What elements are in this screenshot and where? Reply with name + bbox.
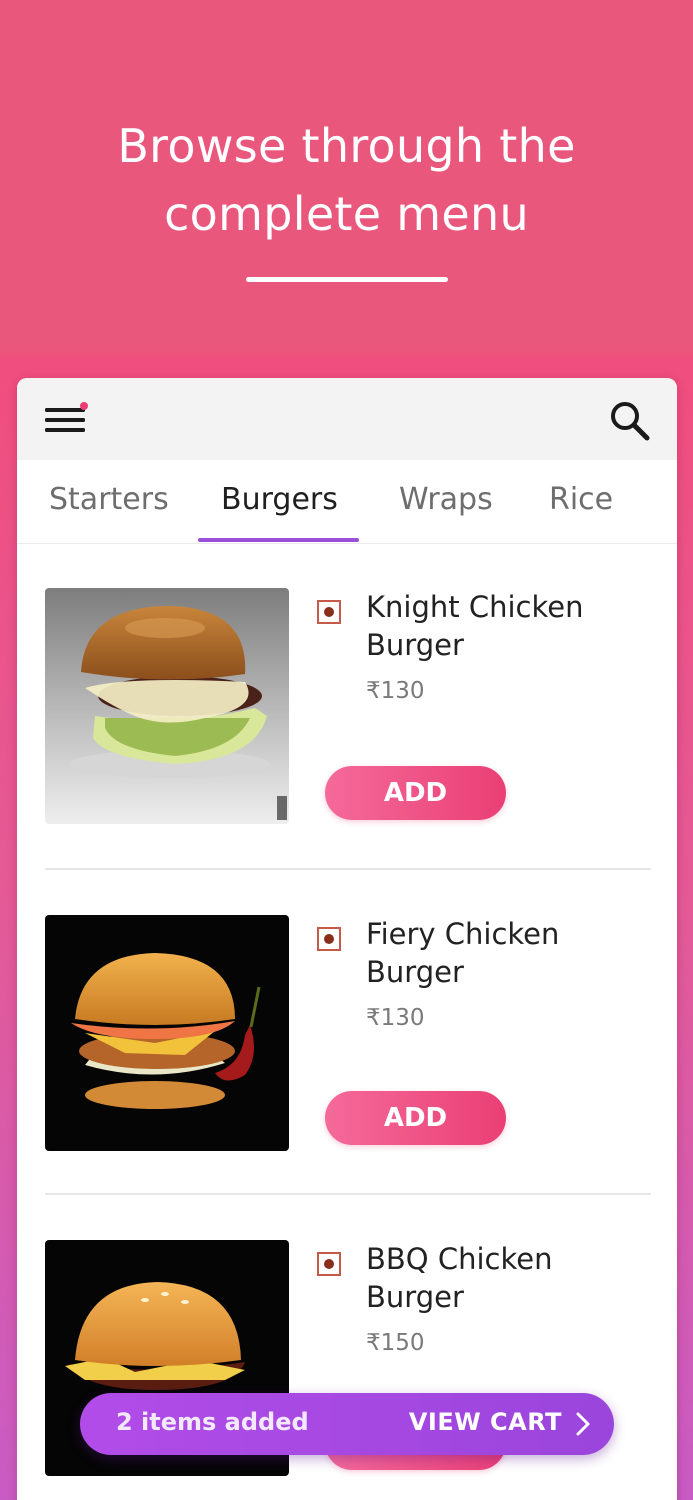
add-button[interactable]: ADD [325, 1091, 506, 1145]
item-name: Fiery Chicken Burger [366, 915, 626, 991]
chevron-right-icon [576, 1412, 590, 1436]
non-veg-indicator-icon [317, 1252, 341, 1276]
burger-photo [45, 588, 289, 824]
add-button[interactable]: ADD [325, 766, 506, 820]
hero-title-line-2: complete menu [164, 187, 529, 241]
item-price: ₹130 [366, 1005, 425, 1031]
menu-item: Knight Chicken Burger ₹130 ADD [17, 588, 677, 914]
active-tab-indicator [198, 538, 359, 542]
item-name-line-1: Knight Chicken [366, 590, 584, 624]
item-name: Knight Chicken Burger [366, 588, 626, 664]
cart-item-count: 2 items added [116, 1408, 309, 1436]
search-icon[interactable] [607, 398, 653, 444]
hero-underline [246, 277, 448, 282]
app-screen: Starters Burgers Wraps Rice Knight Chick… [17, 378, 677, 1500]
item-divider [45, 1193, 651, 1195]
view-cart-button[interactable]: VIEW CART [409, 1408, 562, 1436]
item-price: ₹130 [366, 678, 425, 704]
item-price: ₹150 [366, 1330, 425, 1356]
item-name-line-1: BBQ Chicken [366, 1242, 553, 1276]
burger-photo [45, 915, 289, 1151]
app-bar [17, 378, 677, 460]
hero-title: Browse through the complete menu [0, 112, 693, 248]
item-name-line-1: Fiery Chicken [366, 917, 560, 951]
non-veg-indicator-icon [317, 927, 341, 951]
category-tabs: Starters Burgers Wraps Rice [17, 460, 677, 544]
item-divider [45, 868, 651, 870]
menu-item: BBQ Chicken Burger ₹150 ADD [17, 1240, 677, 1500]
item-name-line-2: Burger [366, 628, 464, 662]
item-name-line-2: Burger [366, 955, 464, 989]
item-name: BBQ Chicken Burger [366, 1240, 626, 1316]
hero-banner: Browse through the complete menu [0, 0, 693, 350]
tab-starters[interactable]: Starters [49, 482, 169, 517]
tab-burgers[interactable]: Burgers [221, 482, 338, 517]
hamburger-menu-icon[interactable] [43, 402, 89, 438]
item-name-line-2: Burger [366, 1280, 464, 1314]
tab-rice[interactable]: Rice [549, 482, 613, 517]
tab-wraps[interactable]: Wraps [399, 482, 493, 517]
notification-dot [80, 402, 88, 410]
non-veg-indicator-icon [317, 600, 341, 624]
hero-title-line-1: Browse through the [117, 119, 576, 173]
view-cart-bar[interactable]: 2 items added VIEW CART [80, 1393, 614, 1455]
